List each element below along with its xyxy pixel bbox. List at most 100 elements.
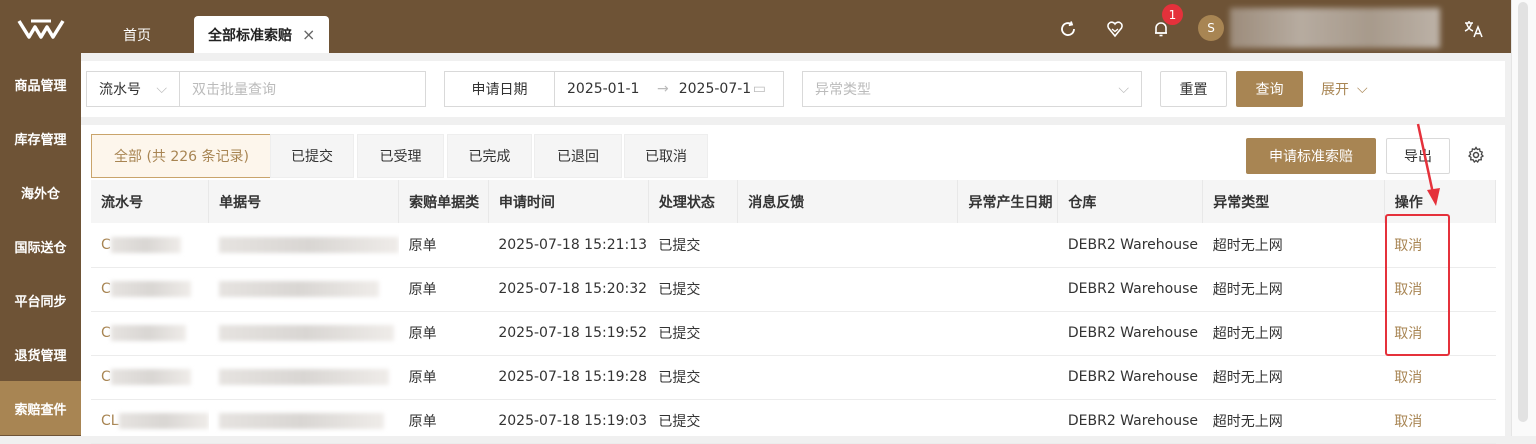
chevron-down-icon: ⌵ bbox=[1357, 81, 1368, 97]
date-type-label[interactable]: 申请日期 bbox=[444, 71, 555, 107]
cell-document-no bbox=[208, 355, 399, 400]
serial-prefix[interactable]: C bbox=[101, 237, 111, 253]
status-tab-4[interactable]: 已退回 bbox=[534, 134, 622, 178]
sidebar-item-2[interactable]: 海外仓 bbox=[0, 165, 81, 219]
cell-document-no bbox=[208, 399, 399, 444]
cancel-link[interactable]: 取消 bbox=[1394, 370, 1422, 386]
expand-toggle[interactable]: 展开 ⌵ bbox=[1321, 71, 1368, 107]
cell-doc-type: 原单 bbox=[398, 355, 489, 400]
cell-warehouse: DEBR2 Warehouse bbox=[1057, 223, 1203, 268]
cell-document-no bbox=[208, 267, 399, 312]
date-separator: → bbox=[657, 81, 669, 97]
batch-query-input[interactable]: 双击批量查询 bbox=[179, 71, 426, 107]
cell-time: 2025-07-18 15:19:28 bbox=[488, 355, 649, 400]
sidebar-item-0[interactable]: 商品管理 bbox=[0, 57, 81, 111]
cell-warehouse: DEBR2 Warehouse bbox=[1057, 399, 1203, 444]
status-tab-1[interactable]: 已提交 bbox=[270, 134, 354, 178]
serial-prefix[interactable]: C bbox=[101, 369, 111, 385]
tab-home[interactable]: 首页 bbox=[101, 16, 173, 53]
cell-serial: C bbox=[91, 223, 209, 268]
redacted-document-no bbox=[218, 413, 384, 429]
heart-shield-icon[interactable] bbox=[1104, 18, 1126, 40]
notification-badge: 1 bbox=[1162, 4, 1183, 25]
table-row: CL 原单 2025-07-18 15:19:03 已提交 DEBR2 Warehous… bbox=[91, 399, 1496, 444]
cell-operation: 取消 bbox=[1384, 355, 1496, 400]
close-icon[interactable]: × bbox=[302, 25, 315, 44]
avatar[interactable]: S bbox=[1198, 15, 1224, 41]
redacted-serial bbox=[110, 325, 186, 341]
column-header-1: 单据号 bbox=[208, 180, 400, 223]
redacted-document-no bbox=[218, 369, 389, 385]
cell-feedback bbox=[737, 223, 958, 268]
calendar-icon: ▭ bbox=[752, 81, 766, 97]
cell-warehouse: DEBR2 Warehouse bbox=[1057, 267, 1203, 312]
refresh-icon[interactable] bbox=[1057, 18, 1079, 40]
redacted-document-no bbox=[218, 325, 394, 341]
tab-all-standard-claims[interactable]: 全部标准索赔 × bbox=[194, 16, 329, 53]
cell-serial: C bbox=[91, 355, 209, 400]
redacted-serial bbox=[118, 413, 209, 429]
cell-exception: 超时无上网 bbox=[1202, 399, 1385, 444]
search-button[interactable]: 查询 bbox=[1236, 71, 1303, 107]
table-header-row: 流水号 单据号 索赔单据类 申请时间 处理状态 消息反馈 异常产生日期 仓库 异常类型 操作 bbox=[91, 180, 1497, 223]
exception-type-placeholder: 异常类型 bbox=[815, 82, 871, 98]
table-row: C 原单 2025-07-18 15:19:52 已提交 DEBR2 Warehouse… bbox=[91, 311, 1496, 356]
cell-feedback bbox=[737, 399, 958, 444]
status-tab-3[interactable]: 已完成 bbox=[447, 134, 532, 178]
expand-label: 展开 bbox=[1321, 82, 1349, 98]
sidebar-item-1[interactable]: 库存管理 bbox=[0, 111, 81, 165]
status-tab-0[interactable]: 全部 (共 226 条记录) bbox=[91, 134, 272, 178]
sidebar-item-5[interactable]: 退货管理 bbox=[0, 327, 81, 381]
serial-select[interactable]: 流水号 ⌵ bbox=[86, 71, 180, 107]
redacted-serial bbox=[110, 369, 191, 385]
cell-date bbox=[957, 311, 1058, 356]
cell-document-no bbox=[208, 223, 399, 268]
cell-warehouse: DEBR2 Warehouse bbox=[1057, 355, 1203, 400]
date-end: 2025-07-1 bbox=[678, 81, 752, 97]
cell-serial: CL bbox=[91, 399, 209, 444]
serial-prefix[interactable]: CL bbox=[101, 413, 119, 429]
sidebar-item-3[interactable]: 国际送仓 bbox=[0, 219, 81, 273]
column-header-5: 消息反馈 bbox=[737, 180, 959, 223]
cell-doc-type: 原单 bbox=[398, 223, 489, 268]
scrollbar-thumb[interactable] bbox=[1518, 2, 1528, 422]
sidebar-item-4[interactable]: 平台同步 bbox=[0, 273, 81, 327]
filter-bar: 流水号 ⌵ 双击批量查询 申请日期 2025-01-1 → 2025-07-1 … bbox=[81, 61, 1505, 117]
cell-feedback bbox=[737, 267, 958, 312]
cell-serial: C bbox=[91, 267, 209, 312]
status-tab-5[interactable]: 已取消 bbox=[624, 134, 708, 178]
column-header-7: 仓库 bbox=[1057, 180, 1204, 223]
chevron-down-icon: ⌵ bbox=[156, 81, 167, 97]
cell-exception: 超时无上网 bbox=[1202, 267, 1385, 312]
tab-home-label: 首页 bbox=[123, 27, 151, 44]
serial-prefix[interactable]: C bbox=[101, 325, 111, 341]
cell-warehouse: DEBR2 Warehouse bbox=[1057, 311, 1203, 356]
date-range-picker[interactable]: 2025-01-1 → 2025-07-1 ▭ bbox=[554, 71, 784, 107]
cell-time: 2025-07-18 15:19:03 bbox=[488, 399, 649, 444]
highlight-box bbox=[1385, 214, 1450, 356]
cell-status: 已提交 bbox=[648, 267, 738, 312]
cell-exception: 超时无上网 bbox=[1202, 223, 1385, 268]
status-tab-2[interactable]: 已受理 bbox=[357, 134, 444, 178]
table-row: C 原单 2025-07-18 15:21:13 已提交 DEBR2 Warehouse… bbox=[91, 223, 1496, 268]
reset-button[interactable]: 重置 bbox=[1160, 71, 1227, 107]
translate-icon[interactable] bbox=[1463, 18, 1485, 40]
cell-feedback bbox=[737, 355, 958, 400]
exception-type-select[interactable]: 异常类型 ⌵ bbox=[802, 71, 1142, 107]
apply-standard-claim-button[interactable]: 申请标准索赔 bbox=[1246, 138, 1376, 174]
cell-doc-type: 原单 bbox=[398, 311, 489, 356]
serial-select-value: 流水号 bbox=[99, 82, 141, 98]
page-scrollbar[interactable] bbox=[1511, 0, 1536, 436]
sidebar-item-6[interactable]: 索赔查件 bbox=[0, 381, 81, 435]
gear-icon[interactable] bbox=[1467, 146, 1487, 166]
logo[interactable] bbox=[0, 0, 81, 57]
cancel-link[interactable]: 取消 bbox=[1394, 414, 1422, 430]
main-panel: 全部 (共 226 条记录) 已提交 已受理 已完成 已退回 已取消 申请标准索赔 导出 … bbox=[81, 125, 1505, 444]
cell-date bbox=[957, 223, 1058, 268]
username-redacted bbox=[1230, 8, 1440, 48]
serial-prefix[interactable]: C bbox=[101, 281, 111, 297]
column-header-4: 处理状态 bbox=[648, 180, 739, 223]
batch-query-placeholder: 双击批量查询 bbox=[192, 82, 276, 98]
cell-status: 已提交 bbox=[648, 223, 738, 268]
table-row: C 原单 2025-07-18 15:20:32 已提交 DEBR2 Warehouse… bbox=[91, 267, 1496, 312]
